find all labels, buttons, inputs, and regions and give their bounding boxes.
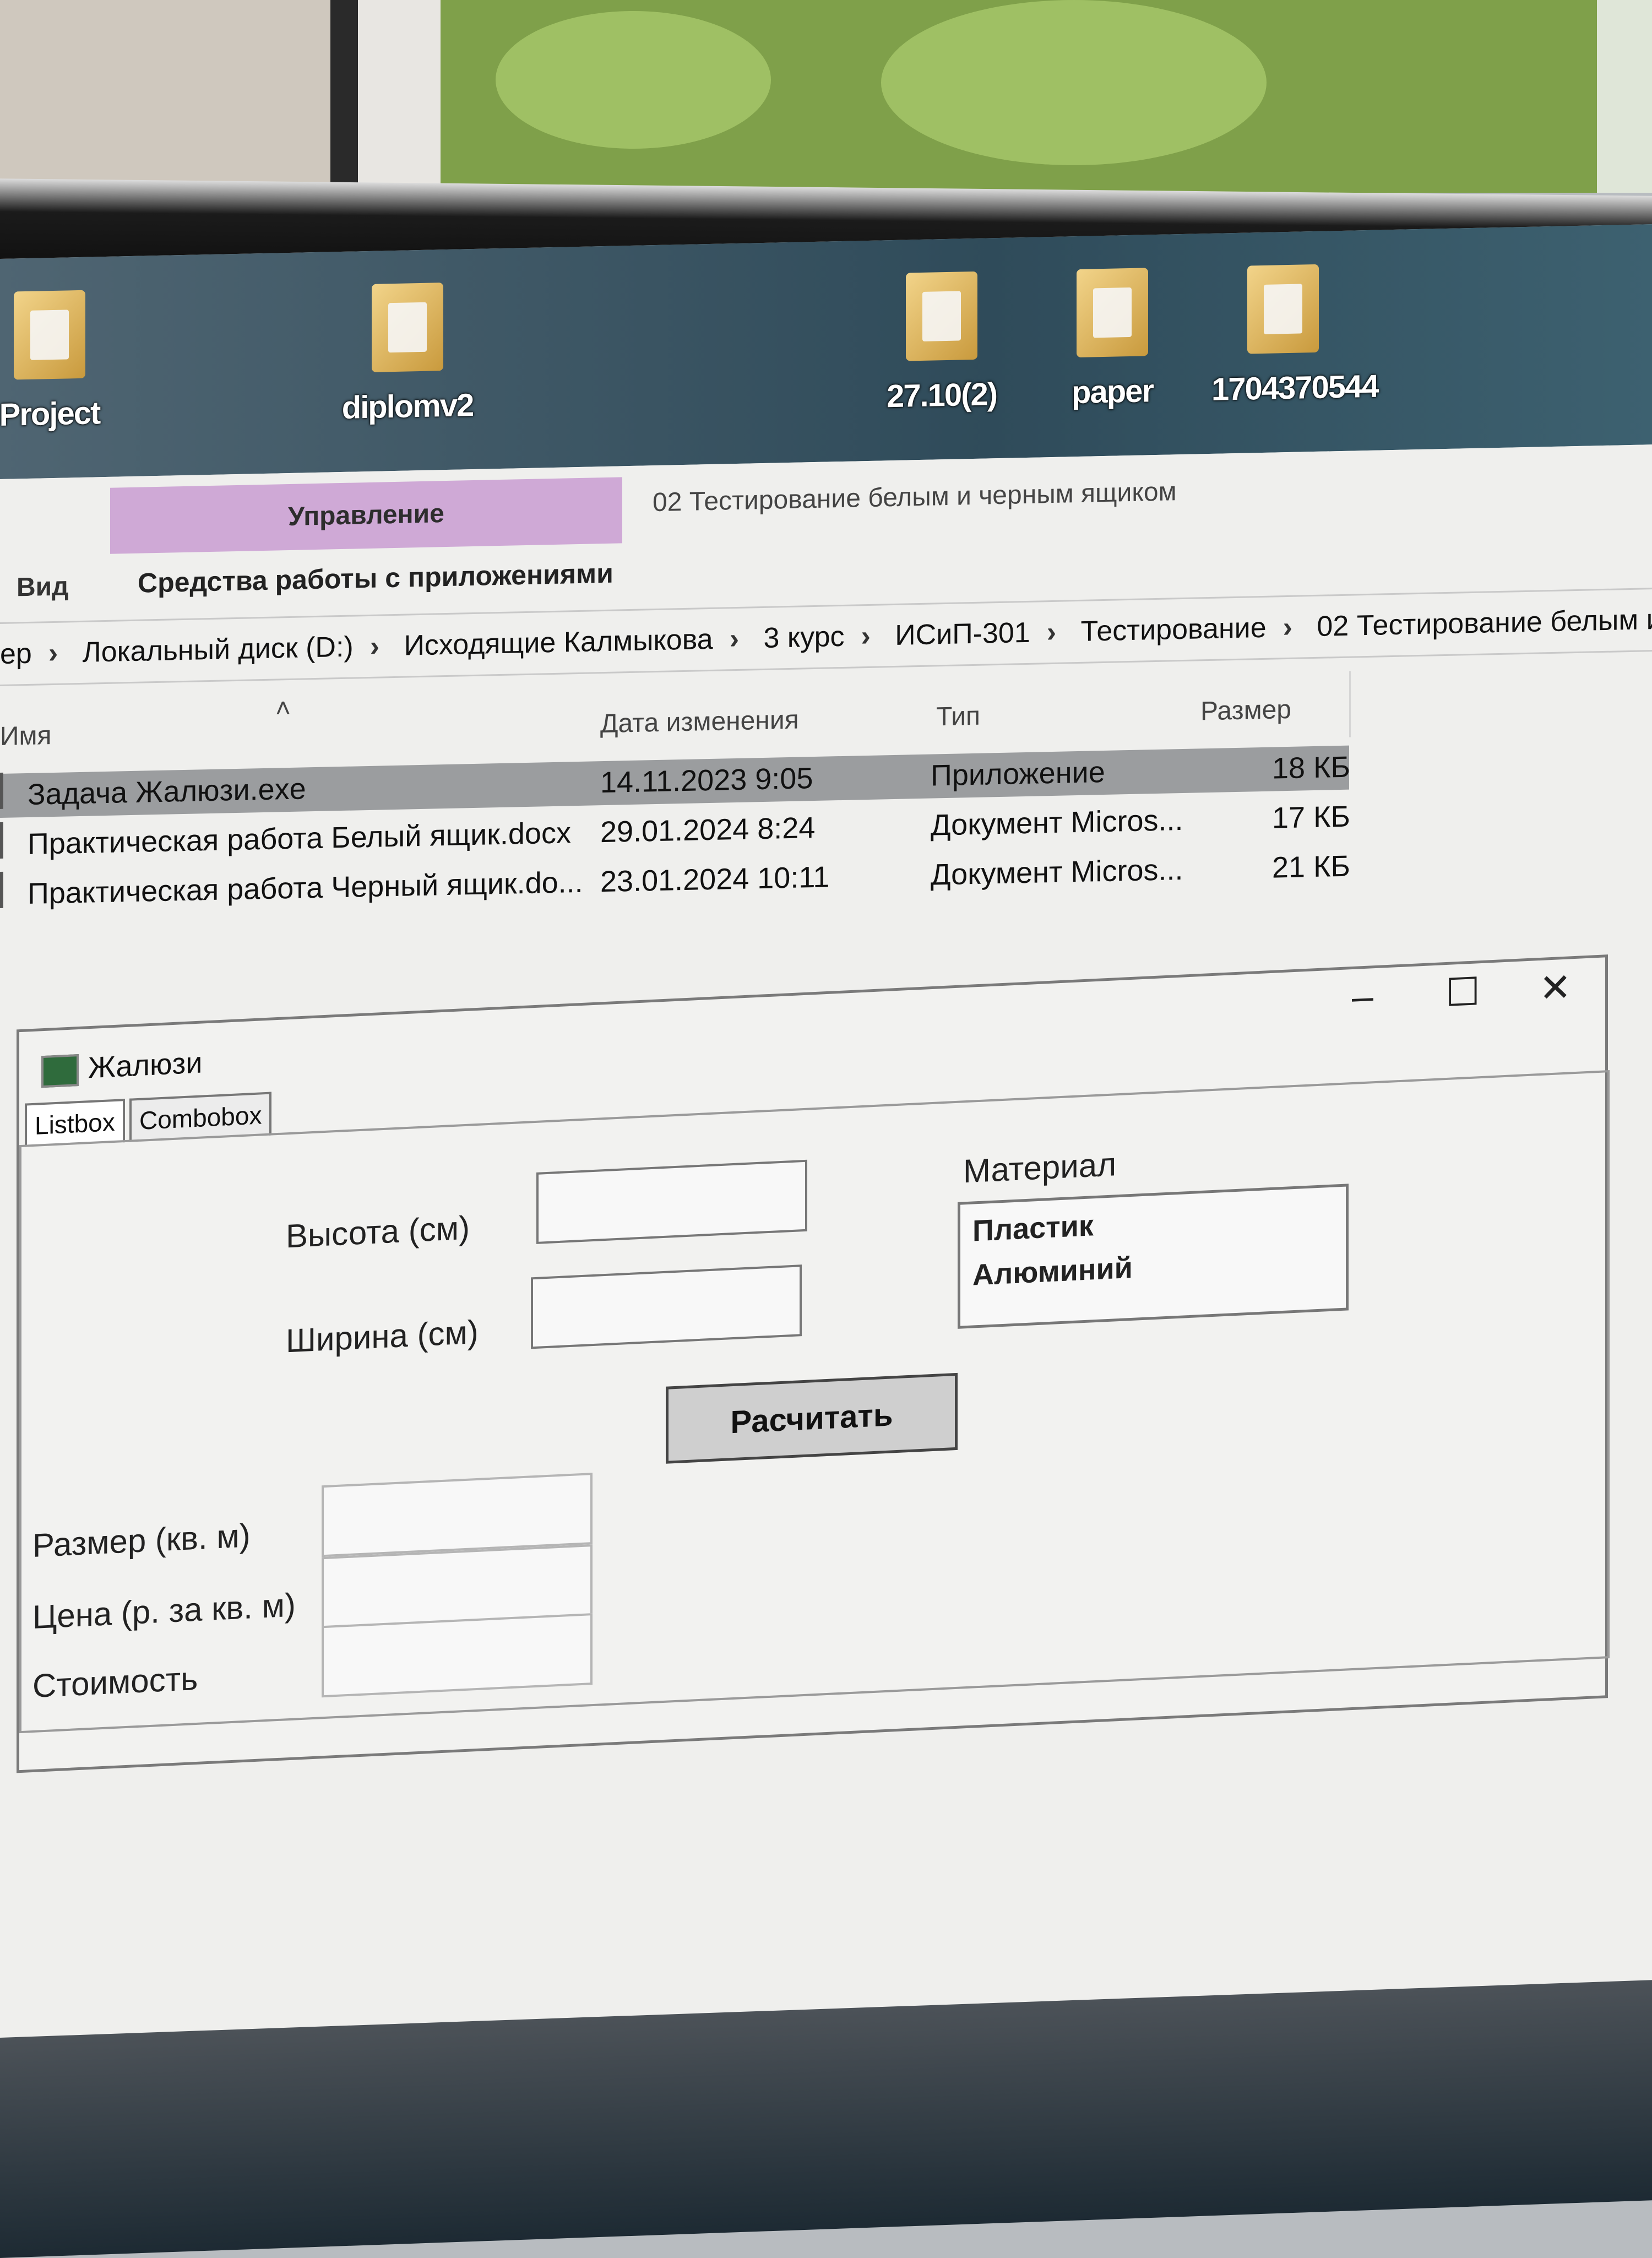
breadcrumb-item[interactable]: Исходящие Калмыкова [404, 623, 713, 662]
desktop-icon-2710[interactable]: 27.10(2) [870, 270, 1013, 415]
file-size: 18 КБ [1272, 750, 1350, 785]
app-title: Жалюзи [88, 1046, 203, 1085]
tab-page-listbox: Высота (см) Ширина (см) Материал Пластик… [19, 1070, 1610, 1734]
height-input[interactable] [536, 1159, 807, 1244]
chevron-right-icon: › [1046, 616, 1057, 649]
file-date: 14.11.2023 9:05 [600, 762, 813, 800]
folder-icon [906, 271, 977, 361]
material-label: Материал [963, 1146, 1117, 1190]
file-date: 29.01.2024 8:24 [600, 811, 816, 849]
docx-file-icon [0, 822, 3, 859]
maximize-button[interactable]: ☐ [1446, 969, 1480, 1016]
ribbon-manage-tab[interactable]: Управление [110, 477, 622, 554]
background-window [0, 0, 1652, 193]
desktop-icon-archive[interactable]: 1704370544 [1211, 263, 1378, 408]
size-label: Размер (кв. м) [32, 1517, 251, 1565]
app-window: Жалюзи – ☐ ✕ Listbox Combobox Высота (см… [17, 954, 1610, 1773]
chevron-right-icon: › [729, 622, 740, 655]
foliage [496, 11, 771, 149]
breadcrumb-item[interactable]: 3 курс [763, 621, 844, 654]
tab-listbox[interactable]: Listbox [25, 1099, 125, 1147]
file-type: Документ Micros... [931, 803, 1183, 842]
chevron-right-icon: › [48, 637, 58, 670]
width-input[interactable] [531, 1264, 802, 1349]
desktop-icon-diplomv2[interactable]: diplomv2 [336, 282, 479, 426]
breadcrumb-item[interactable]: Тестирование [1081, 612, 1267, 648]
file-icon [372, 283, 443, 372]
chevron-right-icon: › [1283, 611, 1292, 644]
column-type[interactable]: Тип [936, 701, 980, 732]
zip-folder-icon [1247, 264, 1319, 354]
folder-icon [1077, 268, 1148, 358]
column-date[interactable]: Дата изменения [600, 705, 799, 740]
column-name[interactable]: Имя [0, 720, 52, 752]
desktop: Project diplomv2 27.10(2) paper 17043705… [0, 224, 1652, 479]
foliage [881, 0, 1267, 165]
cost-label: Стоимость [32, 1659, 198, 1705]
file-name: Практическая работа Белый ящик.docx [28, 816, 571, 861]
material-listbox[interactable]: Пластик Алюминий [958, 1184, 1349, 1329]
desktop-icon-project[interactable]: Project [0, 289, 121, 433]
price-label: Цена (р. за кв. м) [32, 1586, 296, 1636]
exe-file-icon [0, 772, 3, 809]
sort-up-icon: ˄ [275, 693, 291, 724]
breadcrumb[interactable]: ер › Локальный диск (D:) › Исходящие Калмы… [0, 588, 1652, 686]
file-size: 17 КБ [1272, 800, 1350, 835]
file-name: Практическая работа Черный ящик.do... [28, 865, 583, 910]
desktop-icon-paper[interactable]: paper [1041, 267, 1184, 411]
breadcrumb-item[interactable]: Локальный диск (D:) [83, 631, 354, 669]
calculate-button[interactable]: Расчитать [666, 1372, 958, 1464]
docx-file-icon [0, 871, 3, 908]
ribbon-view-tab[interactable]: Вид [17, 571, 69, 603]
width-label: Ширина (см) [286, 1313, 479, 1360]
breadcrumb-item[interactable]: ер [0, 638, 32, 670]
file-type: Документ Micros... [931, 853, 1183, 892]
breadcrumb-item[interactable]: 02 Тестирование белым и чер [1317, 603, 1652, 643]
explorer-window-title: 02 Тестирование белым и черным ящиком [653, 477, 1177, 518]
app-window-icon [41, 1054, 79, 1088]
height-label: Высота (см) [286, 1209, 470, 1255]
chevron-right-icon: › [861, 620, 871, 653]
size-output[interactable] [322, 1473, 593, 1557]
minimize-button[interactable]: – [1352, 974, 1373, 1019]
column-size[interactable]: Размер [1200, 694, 1291, 726]
close-button[interactable]: ✕ [1539, 964, 1572, 1011]
file-size: 21 КБ [1272, 849, 1350, 884]
file-name: Задача Жалюзи.exe [28, 772, 306, 811]
ribbon-app-tools-tab[interactable]: Средства работы с приложениями [138, 557, 613, 599]
cost-output[interactable] [322, 1613, 593, 1698]
chevron-right-icon: › [369, 630, 380, 663]
file-type: Приложение [931, 755, 1105, 793]
app-icon [14, 290, 85, 380]
file-date: 23.01.2024 10:11 [600, 860, 830, 899]
breadcrumb-item[interactable]: ИСиП-301 [895, 617, 1030, 652]
monitor-screen: Project diplomv2 27.10(2) paper 17043705… [0, 224, 1652, 2132]
